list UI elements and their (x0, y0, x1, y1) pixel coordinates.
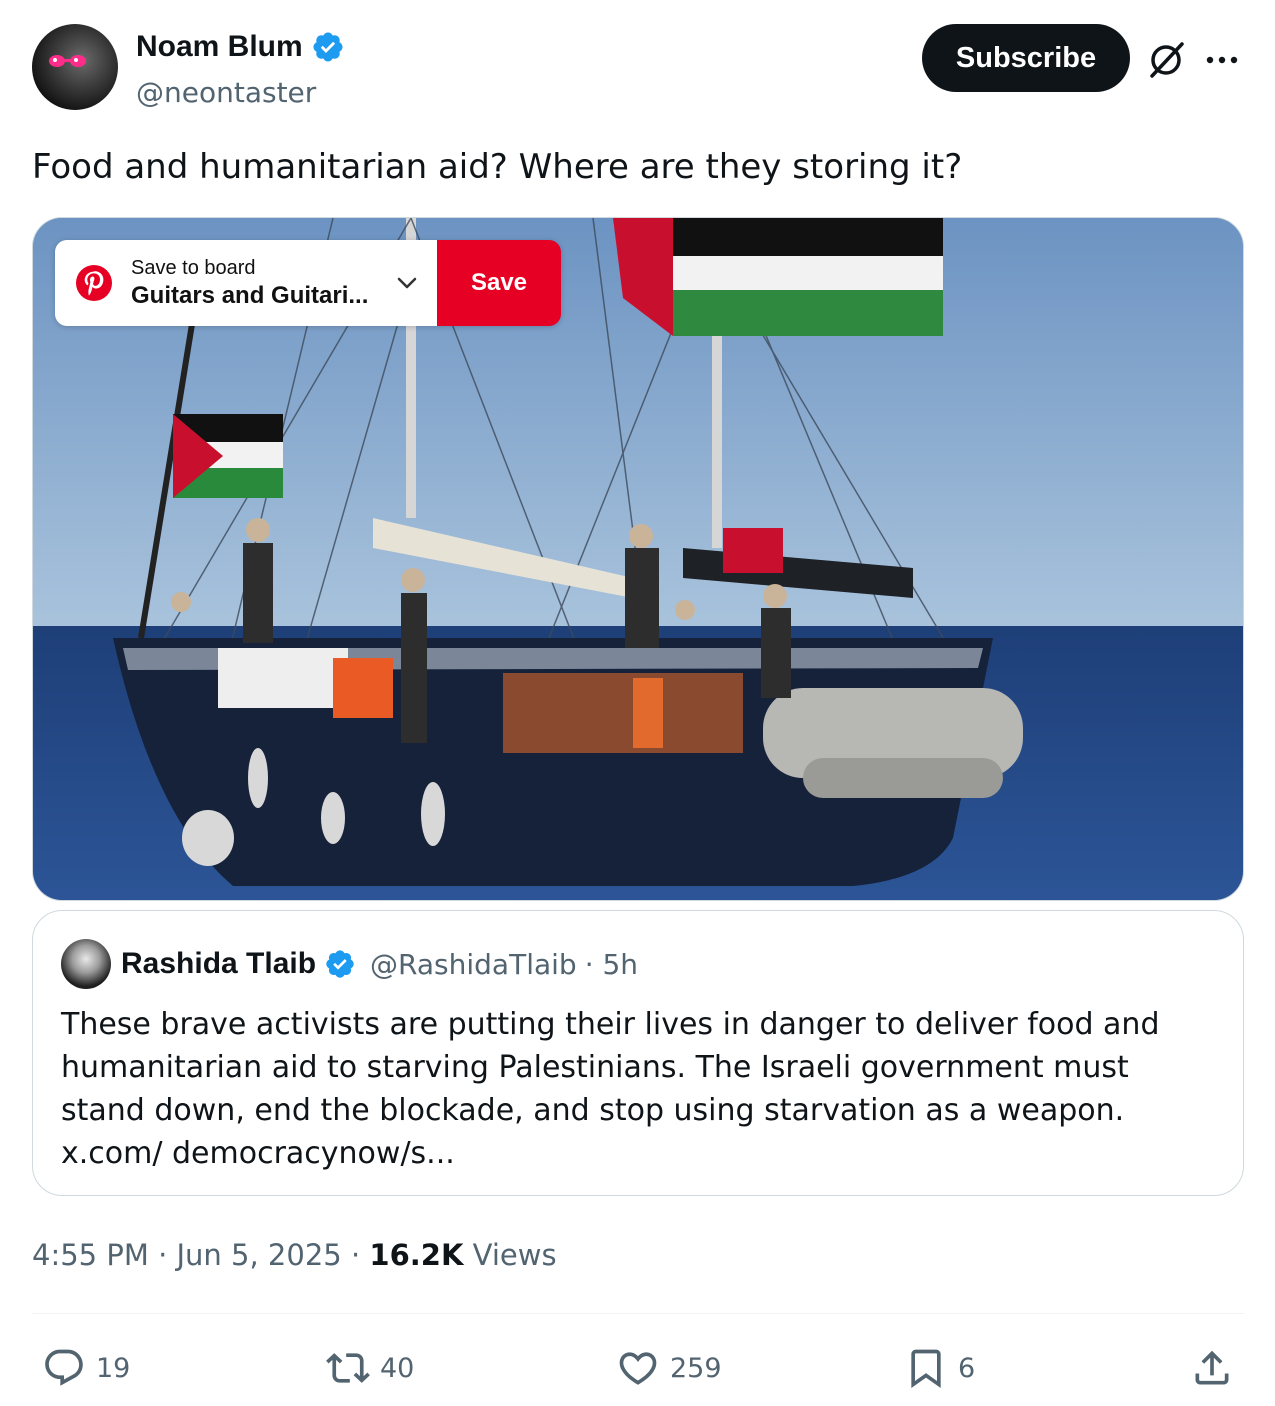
pinterest-save-widget: Save to board Guitars and Guitari... Sav… (55, 240, 561, 326)
author-name-row: Noam Blum (136, 30, 345, 64)
pinterest-board-name: Guitars and Guitari... (131, 282, 369, 309)
tweet-timestamp: 4:55 PM · Jun 5, 2025 · 16.2K Views (32, 1238, 557, 1272)
more-options-icon[interactable] (1200, 42, 1244, 78)
quoted-tweet-time: · 5h (584, 947, 639, 981)
grok-icon[interactable] (1146, 40, 1186, 80)
share-button[interactable] (1190, 1340, 1234, 1396)
pinterest-save-button[interactable]: Save (437, 240, 561, 326)
tweet-media-photo[interactable]: Save to board Guitars and Guitari... Sav… (32, 217, 1244, 901)
tweet-header: Noam Blum @neontaster Subscribe (32, 24, 1244, 112)
avatar-glasses-graphic (49, 55, 86, 67)
chevron-down-icon[interactable] (395, 272, 419, 294)
subscribe-button[interactable]: Subscribe (922, 24, 1130, 92)
like-button[interactable]: 259 (616, 1340, 722, 1396)
reply-button[interactable]: 19 (42, 1340, 130, 1396)
views-label: Views (463, 1238, 557, 1272)
verified-badge-icon (313, 32, 343, 62)
bookmark-icon (911, 1349, 941, 1389)
quoted-author-handle[interactable]: @RashidaTlaib (370, 948, 577, 981)
tweet-actions-bar: 19 40 259 6 (32, 1340, 1244, 1396)
quoted-tweet-header: Rashida Tlaib @RashidaTlaib · 5h (121, 947, 638, 981)
author-avatar[interactable] (32, 24, 118, 110)
heart-icon (619, 1352, 657, 1385)
pinterest-board-selector[interactable]: Save to board Guitars and Guitari... (55, 240, 437, 326)
bookmark-button[interactable]: 6 (904, 1340, 975, 1396)
author-name[interactable]: Noam Blum (136, 30, 303, 64)
quoted-tweet-text: These brave activists are putting their … (61, 1007, 1160, 1171)
quoted-tweet-card[interactable]: Rashida Tlaib @RashidaTlaib · 5h These b… (32, 910, 1244, 1196)
tweet-text: Food and humanitarian aid? Where are the… (32, 147, 963, 187)
repost-count: 40 (380, 1352, 415, 1384)
quoted-author-avatar[interactable] (61, 939, 111, 989)
repost-button[interactable]: 40 (326, 1340, 414, 1396)
pinterest-logo-icon (76, 265, 112, 301)
views-count: 16.2K (369, 1238, 464, 1272)
bookmark-count: 6 (958, 1352, 976, 1384)
tweet-time-date[interactable]: 4:55 PM · Jun 5, 2025 · (32, 1238, 369, 1272)
verified-badge-icon (326, 950, 354, 978)
pinterest-save-to-board-label: Save to board (131, 257, 256, 279)
quoted-author-name[interactable]: Rashida Tlaib (121, 947, 316, 981)
reply-icon (45, 1349, 83, 1386)
repost-icon (326, 1353, 370, 1383)
reply-count: 19 (96, 1352, 131, 1384)
like-count: 259 (670, 1352, 722, 1384)
author-handle[interactable]: @neontaster (136, 76, 316, 109)
divider (32, 1313, 1244, 1314)
share-icon (1195, 1350, 1229, 1385)
